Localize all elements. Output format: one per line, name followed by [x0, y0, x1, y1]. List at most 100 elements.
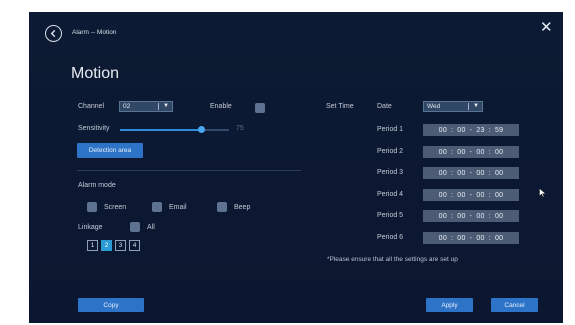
linkage-channel-1[interactable]: 1 [87, 240, 98, 251]
time-separator: : [488, 126, 491, 134]
header-title: Alarm -- Motion [72, 29, 117, 36]
channel-label: Channel [78, 103, 105, 110]
period-time-field[interactable]: 00:00-23:59 [423, 124, 519, 136]
page-title: Motion [71, 65, 120, 82]
time-separator: - [469, 191, 473, 199]
back-arrow-icon [50, 29, 56, 38]
alarm-mode-beep-option[interactable]: Beep [217, 202, 250, 212]
period-start-minute[interactable]: 00 [457, 149, 465, 156]
period-start-minute[interactable]: 00 [457, 170, 465, 177]
date-select[interactable]: Wed ▼ [423, 101, 483, 112]
channel-select[interactable]: 02 ▼ [119, 101, 173, 112]
cancel-button[interactable]: Cancel [491, 298, 538, 312]
beep-checkbox[interactable] [217, 202, 227, 212]
enable-checkbox[interactable] [255, 103, 265, 113]
motion-settings-panel: Alarm -- Motion ✕ Motion Channel 02 ▼ En… [29, 12, 563, 323]
period-end-hour[interactable]: 00 [476, 213, 484, 220]
period-end-minute[interactable]: 00 [495, 213, 503, 220]
linkage-all-option[interactable]: All [130, 222, 155, 232]
period-start-hour[interactable]: 00 [439, 149, 447, 156]
period-end-hour[interactable]: 00 [476, 192, 484, 199]
period-label: Period 6 [377, 234, 404, 241]
period-end-hour[interactable]: 00 [476, 149, 484, 156]
time-separator: : [451, 212, 454, 220]
period-start-hour[interactable]: 00 [439, 192, 447, 199]
time-separator: - [469, 212, 473, 220]
linkage-all-checkbox[interactable] [130, 222, 140, 232]
beep-label: Beep [234, 203, 251, 211]
sensitivity-slider-fill [120, 129, 202, 131]
time-separator: : [451, 191, 454, 199]
period-start-hour[interactable]: 00 [439, 170, 447, 177]
period-time-field[interactable]: 00:00-00:00 [423, 167, 519, 179]
time-separator: : [488, 212, 491, 220]
mouse-cursor-icon [539, 188, 547, 198]
time-separator: - [469, 169, 473, 177]
period-label: Period 2 [377, 148, 404, 155]
period-time-field[interactable]: 00:00-00:00 [423, 189, 519, 201]
alarm-mode-email-option[interactable]: Email [152, 202, 187, 212]
screen-label: Screen [104, 203, 127, 211]
linkage-channel-list: 1 2 3 4 [87, 240, 140, 251]
sensitivity-slider-handle[interactable] [198, 126, 205, 133]
period-start-minute[interactable]: 00 [457, 235, 465, 242]
back-button[interactable] [45, 25, 62, 42]
apply-button[interactable]: Apply [426, 298, 473, 312]
time-separator: : [451, 126, 454, 134]
close-icon: ✕ [540, 19, 553, 36]
alarm-mode-label: Alarm mode [78, 182, 116, 189]
time-separator: : [488, 191, 491, 199]
period-time-field[interactable]: 00:00-00:00 [423, 232, 519, 244]
time-separator: - [469, 234, 473, 242]
period-time-field[interactable]: 00:00-00:00 [423, 210, 519, 222]
chevron-down-icon: ▼ [473, 103, 479, 109]
set-time-label: Set Time [326, 103, 354, 110]
period-label: Period 3 [377, 169, 404, 176]
period-end-hour[interactable]: 00 [476, 170, 484, 177]
channel-value: 02 [123, 103, 131, 110]
time-separator: - [469, 148, 473, 156]
email-checkbox[interactable] [152, 202, 162, 212]
time-separator: - [469, 126, 473, 134]
period-end-hour[interactable]: 00 [476, 235, 484, 242]
copy-button[interactable]: Copy [78, 298, 144, 312]
period-end-minute[interactable]: 00 [495, 192, 503, 199]
period-start-hour[interactable]: 00 [439, 213, 447, 220]
settings-note: *Please ensure that all the settings are… [327, 256, 458, 263]
period-time-field[interactable]: 00:00-00:00 [423, 146, 519, 158]
email-label: Email [169, 203, 187, 211]
time-separator: : [451, 148, 454, 156]
linkage-channel-4[interactable]: 4 [129, 240, 140, 251]
time-separator: : [488, 148, 491, 156]
close-button[interactable]: ✕ [540, 20, 553, 35]
period-label: Period 5 [377, 212, 404, 219]
period-end-minute[interactable]: 59 [495, 127, 503, 134]
period-start-minute[interactable]: 00 [457, 127, 465, 134]
period-start-minute[interactable]: 00 [457, 192, 465, 199]
alarm-mode-screen-option[interactable]: Screen [87, 202, 126, 212]
date-label: Date [377, 103, 392, 110]
date-value: Wed [427, 103, 441, 110]
time-separator: : [488, 169, 491, 177]
time-separator: : [451, 169, 454, 177]
detection-area-button[interactable]: Detection area [77, 143, 143, 158]
chevron-down-icon: ▼ [163, 103, 169, 109]
period-start-hour[interactable]: 00 [439, 127, 447, 134]
screen-checkbox[interactable] [87, 202, 97, 212]
period-end-hour[interactable]: 23 [476, 127, 484, 134]
period-end-minute[interactable]: 00 [495, 235, 503, 242]
period-end-minute[interactable]: 00 [495, 170, 503, 177]
period-end-minute[interactable]: 00 [495, 149, 503, 156]
period-label: Period 1 [377, 126, 404, 133]
sensitivity-value: 75 [236, 125, 244, 132]
section-divider [77, 170, 301, 171]
time-separator: : [488, 234, 491, 242]
period-start-hour[interactable]: 00 [439, 235, 447, 242]
period-start-minute[interactable]: 00 [457, 213, 465, 220]
linkage-all-label: All [147, 223, 155, 231]
period-label: Period 4 [377, 191, 404, 198]
time-separator: : [451, 234, 454, 242]
linkage-label: Linkage [78, 224, 103, 231]
linkage-channel-3[interactable]: 3 [115, 240, 126, 251]
linkage-channel-2[interactable]: 2 [101, 240, 112, 251]
